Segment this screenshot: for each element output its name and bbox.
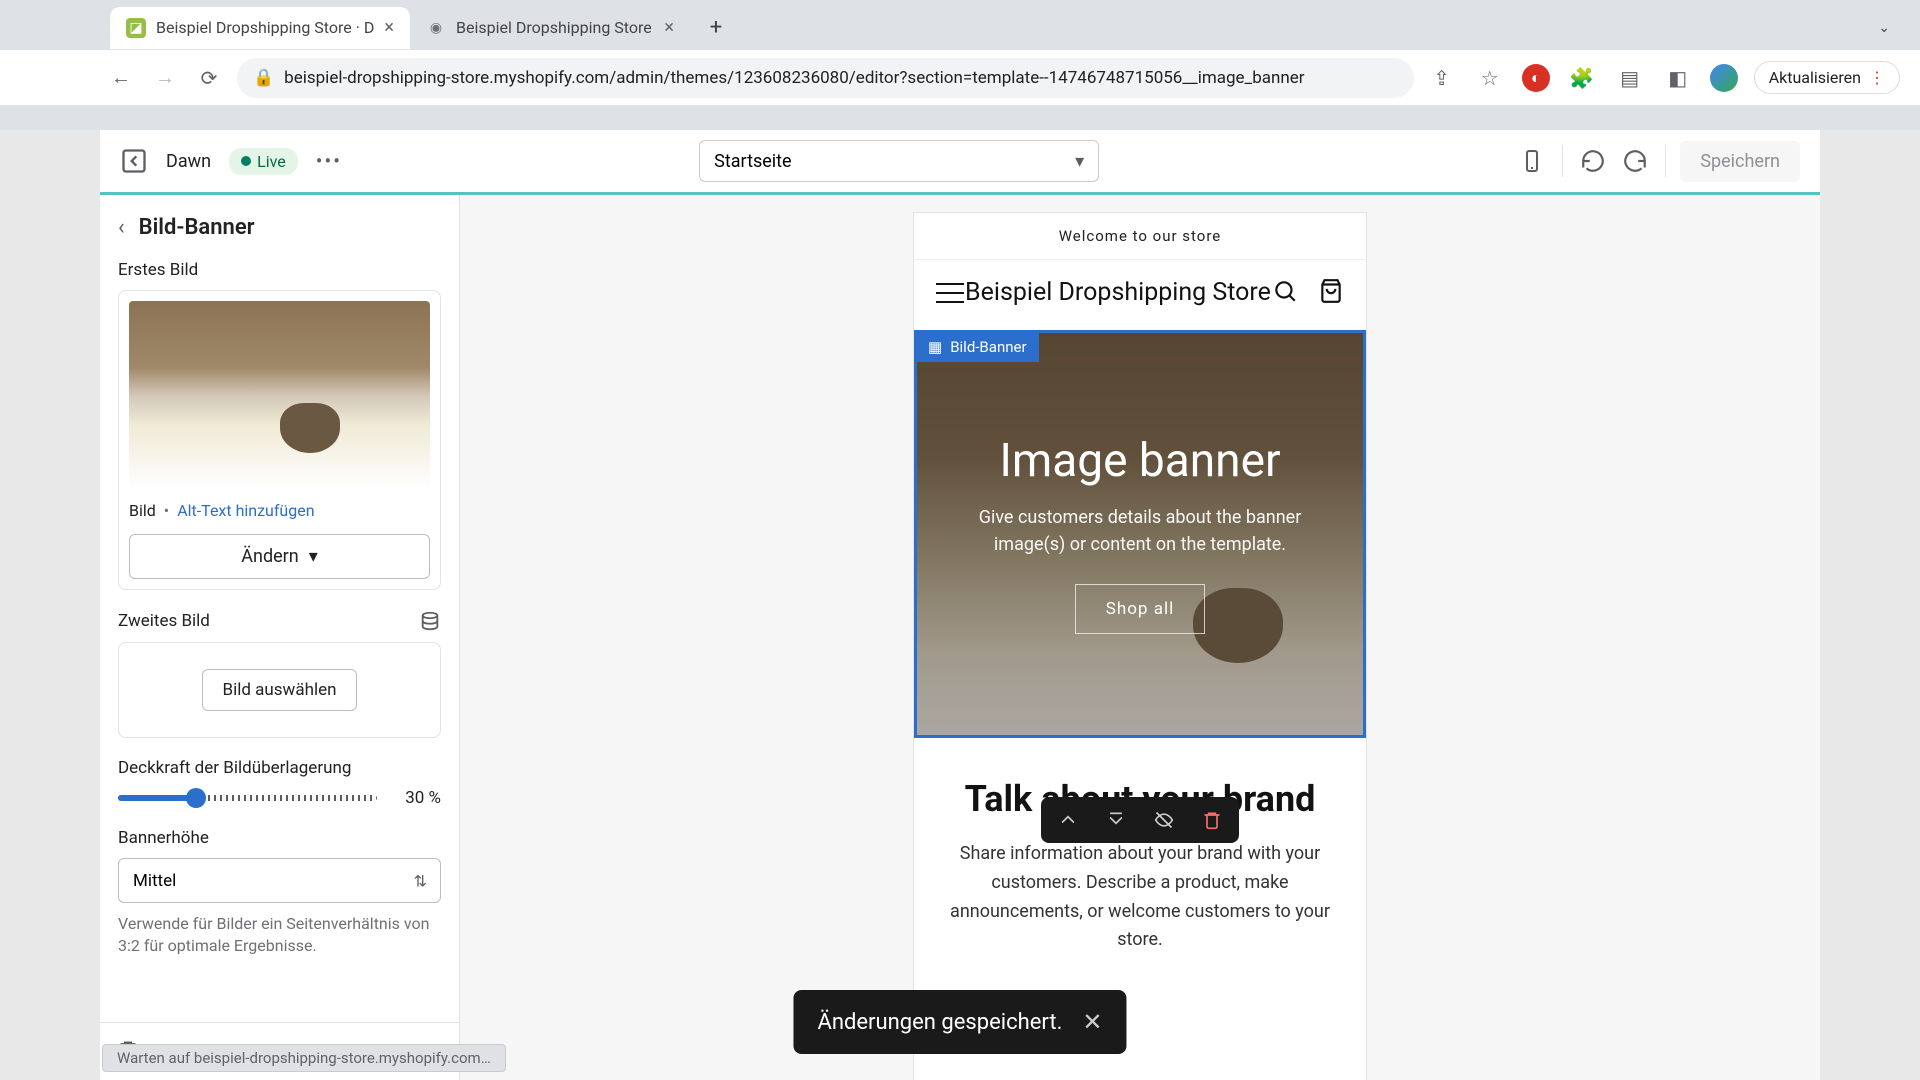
cart-icon[interactable] [1318,278,1344,308]
first-image-card: Bild • Alt-Text hinzufügen Ändern ▾ [118,290,441,590]
section-label-tag: ▦ Bild-Banner [916,332,1039,362]
second-image-label: Zweites Bild [118,611,210,631]
url-actions: ⇪ ☆ ◐ 🧩 ▤ ◧ Aktualisieren ⋮ [1426,61,1900,94]
tab-strip: ◪ Beispiel Dropshipping Store · D × ◉ Be… [0,5,1920,50]
opacity-slider[interactable] [118,795,377,801]
undo-button[interactable] [1577,145,1609,177]
chevron-down-icon: ▾ [1075,151,1084,172]
image-meta-label: Bild [129,501,156,520]
close-icon[interactable]: ✕ [1082,1008,1102,1036]
mobile-view-button[interactable] [1516,145,1548,177]
image-thumbnail[interactable] [129,301,430,491]
search-icon[interactable] [1272,278,1298,308]
close-icon[interactable]: × [384,17,394,38]
redo-button[interactable] [1619,145,1651,177]
change-image-button[interactable]: Ändern ▾ [129,534,430,579]
section-floating-toolbar [1041,797,1239,843]
new-tab-button[interactable]: + [698,10,734,46]
move-up-icon[interactable] [1055,807,1081,833]
banner-description[interactable]: Give customers details about the banner … [947,504,1333,558]
chevron-down-icon: ▾ [309,546,318,567]
opacity-label: Deckkraft der Bildüberlagerung [118,758,441,778]
reading-list-icon[interactable]: ▤ [1614,62,1646,94]
share-icon[interactable]: ⇪ [1426,62,1458,94]
slider-thumb-icon[interactable] [186,788,206,808]
lock-icon: 🔒 [253,68,274,88]
more-dots-icon: ⋮ [1869,68,1885,87]
move-down-icon[interactable] [1103,807,1129,833]
menu-burger-icon[interactable] [936,283,964,303]
tab-list-dropdown-icon[interactable]: ⌄ [1878,20,1890,36]
banner-height-select[interactable]: Mittel [118,858,441,903]
extension-icon[interactable]: ◐ [1522,64,1550,92]
nav-bar: ← → ⟳ 🔒 beispiel-dropshipping-store.mysh… [0,50,1920,105]
save-button: Speichern [1680,141,1800,182]
store-header: Beispiel Dropshipping Store [914,260,1366,330]
dynamic-source-icon[interactable] [419,610,441,632]
shopify-favicon-icon: ◪ [126,18,146,38]
address-bar[interactable]: 🔒 beispiel-dropshipping-store.myshopify.… [237,58,1414,98]
exit-editor-button[interactable] [120,147,148,175]
app-container: Dawn Live ••• Startseite ▾ [100,130,1820,1080]
banner-height-label: Bannerhöhe [118,828,441,848]
browser-tab[interactable]: ◉ Beispiel Dropshipping Store × [410,7,690,49]
browser-tab-active[interactable]: ◪ Beispiel Dropshipping Store · D × [110,7,410,49]
url-text: beispiel-dropshipping-store.myshopify.co… [284,68,1304,88]
select-image-button[interactable]: Bild auswählen [202,669,358,711]
toast-message: Änderungen gespeichert. [817,1010,1062,1035]
banner-heading[interactable]: Image banner [999,434,1280,488]
tab-title: Beispiel Dropshipping Store · D [156,18,374,37]
reload-button[interactable]: ⟳ [193,62,225,94]
sidebar-title: Bild-Banner [139,215,255,240]
back-icon[interactable]: ‹ [118,215,125,240]
browser-status-bar: Warten auf beispiel-dropshipping-store.m… [102,1044,506,1072]
announcement-bar[interactable]: Welcome to our store [914,213,1366,260]
live-badge: Live [229,148,298,175]
mobile-preview-frame: Welcome to our store Beispiel Dropshippi… [914,213,1366,1080]
back-button[interactable]: ← [105,62,137,94]
profile-avatar-icon[interactable] [1710,64,1738,92]
globe-favicon-icon: ◉ [426,18,446,38]
image-banner-section[interactable]: ▦ Bild-Banner Image banner Give customer… [914,330,1366,738]
theme-name: Dawn [166,151,211,172]
hide-icon[interactable] [1151,807,1177,833]
live-dot-icon [241,156,251,166]
update-button[interactable]: Aktualisieren ⋮ [1754,61,1900,94]
editor-topbar: Dawn Live ••• Startseite ▾ [100,130,1820,195]
page-selector-dropdown[interactable]: Startseite ▾ [699,140,1099,182]
toast-notification: Änderungen gespeichert. ✕ [793,990,1126,1054]
bookmark-star-icon[interactable]: ☆ [1474,62,1506,94]
opacity-value: 30 % [391,788,441,808]
delete-icon[interactable] [1199,807,1225,833]
close-icon[interactable]: × [664,17,674,38]
extensions-puzzle-icon[interactable]: 🧩 [1566,62,1598,94]
more-actions-button[interactable]: ••• [316,149,342,173]
first-image-label: Erstes Bild [118,260,441,280]
settings-sidebar: ‹ Bild-Banner Erstes Bild Bild • Alt-Tex… [100,195,460,1080]
banner-cta-button[interactable]: Shop all [1075,584,1205,634]
alt-text-link[interactable]: Alt-Text hinzufügen [177,501,314,520]
browser-chrome: ◪ Beispiel Dropshipping Store · D × ◉ Be… [0,0,1920,130]
forward-button: → [149,62,181,94]
second-image-card: Bild auswählen [118,642,441,738]
height-help-text: Verwende für Bilder ein Seitenverhältnis… [118,913,441,958]
store-name[interactable]: Beispiel Dropshipping Store [965,279,1271,308]
rich-text-body[interactable]: Share information about your brand with … [914,840,1366,985]
tab-title: Beispiel Dropshipping Store [456,18,652,37]
side-panel-icon[interactable]: ◧ [1662,62,1694,94]
section-icon: ▦ [928,338,942,356]
preview-canvas: Welcome to our store Beispiel Dropshippi… [460,195,1820,1080]
